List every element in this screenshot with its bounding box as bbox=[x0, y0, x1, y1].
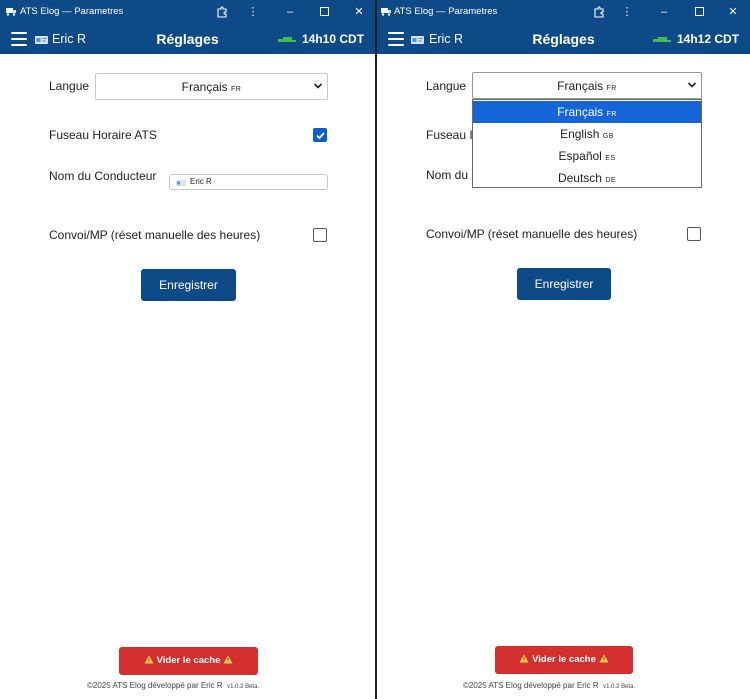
convoy-checkbox[interactable] bbox=[313, 228, 327, 242]
language-option-label: Français bbox=[557, 105, 604, 119]
driver-name-value: Eric R bbox=[190, 177, 212, 186]
footer: ©2025 ATS Elog développé par Eric R v1.0… bbox=[87, 681, 259, 690]
convoy-checkbox[interactable] bbox=[687, 227, 701, 241]
clock: 14h10 CDT bbox=[302, 32, 365, 46]
clear-cache-label: Vider le cache bbox=[156, 655, 221, 666]
kebab-menu-icon[interactable]: ⋮ bbox=[616, 3, 638, 21]
minimize-icon[interactable]: – bbox=[653, 3, 675, 21]
warning-icon bbox=[599, 654, 608, 663]
language-option-de[interactable]: Deutsch DE bbox=[473, 167, 701, 189]
maximize-icon[interactable] bbox=[313, 3, 335, 21]
window-title: ATS Elog — Parametres bbox=[394, 6, 498, 17]
puzzle-icon[interactable] bbox=[588, 3, 610, 21]
save-button[interactable]: Enregistrer bbox=[141, 269, 236, 301]
truck-icon bbox=[278, 37, 296, 42]
language-option-code: ES bbox=[605, 155, 616, 162]
language-option-label: Deutsch bbox=[557, 171, 602, 185]
kebab-menu-icon[interactable]: ⋮ bbox=[242, 3, 264, 21]
language-select-value: Français bbox=[181, 80, 228, 94]
window-titlebar: ATS Elog — Parametres ⋮ – ✕ bbox=[377, 0, 750, 24]
id-card-icon bbox=[176, 180, 186, 186]
save-button[interactable]: Enregistrer bbox=[517, 268, 611, 300]
chevron-down-icon bbox=[313, 83, 323, 89]
footer-text: ©2025 ATS Elog développé par Eric R bbox=[463, 681, 599, 690]
window-titlebar: ATS Elog — Parametres ⋮ – ✕ bbox=[0, 0, 375, 24]
minimize-icon[interactable]: – bbox=[279, 3, 301, 21]
language-code: FR bbox=[231, 86, 242, 93]
language-option-fr[interactable]: Français FR bbox=[473, 101, 701, 123]
clear-cache-label: Vider le cache bbox=[532, 654, 596, 665]
window-title: ATS Elog — Parametres bbox=[20, 6, 124, 17]
language-option-es[interactable]: Español ES bbox=[473, 145, 701, 167]
app-header: Eric R Réglages 14h10 CDT bbox=[0, 24, 375, 54]
puzzle-icon[interactable] bbox=[211, 3, 233, 21]
language-option-code: GB bbox=[602, 133, 614, 140]
settings-window-left: ATS Elog — Parametres ⋮ – ✕ Eric R Régla… bbox=[0, 0, 375, 699]
language-select-value: Français bbox=[557, 79, 604, 93]
close-icon[interactable]: ✕ bbox=[348, 3, 370, 21]
driver-name-label: Nom du bbox=[426, 168, 469, 182]
settings-window-right: ATS Elog — Parametres ⋮ – ✕ Eric R Régla… bbox=[377, 0, 750, 699]
warning-icon bbox=[519, 654, 529, 663]
truck-icon bbox=[6, 8, 16, 16]
truck-icon bbox=[653, 37, 671, 42]
clear-cache-button[interactable]: Vider le cache bbox=[119, 647, 258, 675]
driver-name-field[interactable]: Eric R bbox=[169, 174, 328, 190]
convoy-label: Convoi/MP (réset manuelle des heures) bbox=[426, 227, 638, 241]
language-code: FR bbox=[606, 85, 617, 92]
timezone-label: Fuseau Horaire ATS bbox=[49, 128, 157, 142]
language-option-code: DE bbox=[605, 177, 617, 184]
chevron-down-icon bbox=[687, 82, 697, 88]
language-label: Langue bbox=[49, 79, 90, 93]
checkmark-icon bbox=[316, 132, 325, 140]
timezone-checkbox[interactable] bbox=[313, 128, 327, 142]
driver-name-label: Nom du Conducteur bbox=[49, 169, 157, 183]
timezone-label: Fuseau I bbox=[426, 128, 473, 142]
clock: 14h12 CDT bbox=[677, 32, 740, 46]
app-header: Eric R Réglages 14h12 CDT bbox=[377, 24, 750, 54]
version-text: v1.0.2 Beta. bbox=[227, 684, 260, 690]
footer-text: ©2025 ATS Elog développé par Eric R bbox=[87, 681, 223, 690]
version-text: v1.0.2 Beta. bbox=[603, 684, 636, 690]
clear-cache-button[interactable]: Vider le cache bbox=[495, 646, 633, 674]
warning-icon bbox=[223, 655, 233, 664]
footer: ©2025 ATS Elog développé par Eric R v1.0… bbox=[463, 681, 635, 690]
close-icon[interactable]: ✕ bbox=[722, 3, 744, 21]
language-dropdown-list: Français FR English GB Español ES Deutsc… bbox=[472, 99, 702, 188]
language-option-gb[interactable]: English GB bbox=[473, 123, 701, 145]
language-select[interactable]: Français FR bbox=[95, 73, 328, 100]
maximize-icon[interactable] bbox=[688, 3, 710, 21]
language-label: Langue bbox=[426, 79, 467, 93]
language-option-label: English bbox=[560, 127, 600, 141]
language-select[interactable]: Français FR bbox=[472, 72, 702, 99]
convoy-label: Convoi/MP (réset manuelle des heures) bbox=[49, 228, 261, 242]
language-option-label: Español bbox=[558, 149, 602, 163]
warning-icon bbox=[144, 655, 154, 664]
truck-icon bbox=[381, 8, 391, 16]
language-option-code: FR bbox=[606, 111, 617, 118]
